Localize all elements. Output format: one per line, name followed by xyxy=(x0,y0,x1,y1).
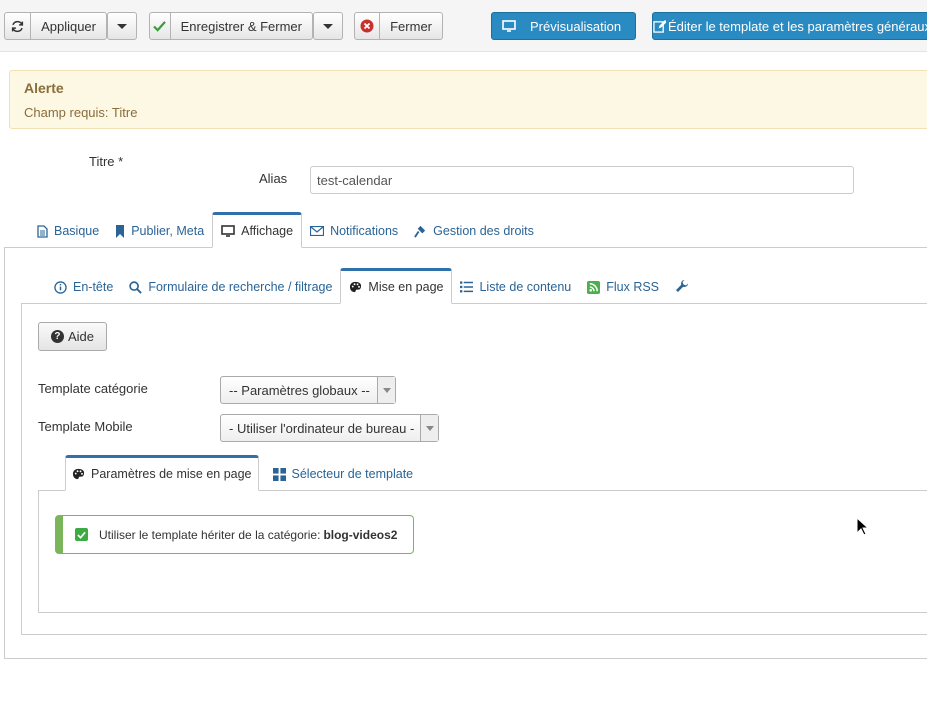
search-icon xyxy=(129,280,143,294)
inner-tabs: Paramètres de mise en page Sélecteur de … xyxy=(65,455,421,491)
gavel-icon xyxy=(414,225,427,238)
tab-label: Formulaire de recherche / filtrage xyxy=(148,280,333,294)
tab-gestion-droits[interactable]: Gestion des droits xyxy=(406,214,542,248)
rss-icon xyxy=(587,280,601,294)
tab-label: Gestion des droits xyxy=(433,224,534,238)
question-icon: ? xyxy=(50,330,64,343)
tab-en-tete[interactable]: En-tête xyxy=(46,270,121,304)
apply-label: Appliquer xyxy=(41,18,96,34)
alert-message: Champ requis: Titre xyxy=(24,105,138,120)
tab-label: Notifications xyxy=(330,224,399,238)
caret-down-icon xyxy=(323,23,333,29)
tab-notifications[interactable]: Notifications xyxy=(302,214,406,248)
monitor-icon xyxy=(492,20,526,32)
apply-dropdown-toggle[interactable] xyxy=(107,12,137,40)
edit-icon xyxy=(653,19,666,33)
tab-label: Affichage xyxy=(241,224,294,238)
apply-button[interactable]: Appliquer xyxy=(4,12,107,40)
tab-label: Basique xyxy=(54,224,100,238)
edit-template-button[interactable]: Éditer le template et les paramètres gén… xyxy=(652,12,927,40)
tab-label: Liste de contenu xyxy=(479,280,572,294)
mouse-cursor-icon xyxy=(856,516,870,539)
refresh-icon xyxy=(5,13,32,39)
category-template-label: Template catégorie xyxy=(38,381,148,396)
main-tabs: Basique Publier, Meta Affichage Notifica… xyxy=(29,212,542,248)
inherit-template-message: Utiliser le template hériter de la catég… xyxy=(55,515,414,554)
tab-flux-rss[interactable]: Flux RSS xyxy=(579,270,667,304)
tab-label: Publier, Meta xyxy=(131,224,205,238)
preview-button[interactable]: Prévisualisation xyxy=(491,12,636,40)
tab-label: Paramètres de mise en page xyxy=(91,467,252,481)
close-label: Fermer xyxy=(390,18,432,34)
category-template-select[interactable]: -- Paramètres globaux -- xyxy=(220,376,396,404)
checkbox-checked-icon xyxy=(75,528,88,541)
palette-icon xyxy=(72,468,85,480)
mobile-template-value: - Utiliser l'ordinateur de bureau - xyxy=(229,420,415,436)
tab-label: Sélecteur de template xyxy=(291,467,414,481)
inherit-message-text: Utiliser le template hériter de la catég… xyxy=(99,527,321,542)
alert-box: Alerte Champ requis: Titre xyxy=(9,70,927,129)
document-icon xyxy=(37,224,48,238)
palette-icon xyxy=(349,281,362,293)
help-label: Aide xyxy=(67,329,95,344)
select-arrow-icon xyxy=(377,377,395,403)
title-label: Titre * xyxy=(89,154,124,169)
tab-label: Flux RSS xyxy=(606,280,660,294)
alias-input[interactable] xyxy=(310,166,854,194)
close-button[interactable]: Fermer xyxy=(354,12,443,40)
tab-mise-en-page[interactable]: Mise en page xyxy=(340,268,453,304)
tab-parametres-mise-en-page[interactable]: Paramètres de mise en page xyxy=(65,455,259,491)
caret-down-icon xyxy=(117,23,127,29)
tab-selecteur-template[interactable]: Sélecteur de template xyxy=(259,457,422,491)
alert-heading: Alerte xyxy=(24,80,64,96)
sub-tabs: En-tête Formulaire de recherche / filtra… xyxy=(46,268,697,304)
wrench-icon xyxy=(675,279,689,296)
toolbar: Appliquer Enregistrer & Fermer Fermer Pr… xyxy=(0,0,927,52)
bookmark-icon xyxy=(115,224,125,238)
tab-liste-contenu[interactable]: Liste de contenu xyxy=(452,270,579,304)
tab-publier-meta[interactable]: Publier, Meta xyxy=(107,214,212,248)
help-button[interactable]: ? Aide xyxy=(38,322,107,351)
envelope-icon xyxy=(310,226,325,236)
check-icon xyxy=(150,13,171,39)
preview-label: Prévisualisation xyxy=(530,18,622,34)
mobile-template-select[interactable]: - Utiliser l'ordinateur de bureau - xyxy=(220,414,439,442)
save-close-button[interactable]: Enregistrer & Fermer xyxy=(149,12,313,40)
tab-formulaire-recherche[interactable]: Formulaire de recherche / filtrage xyxy=(121,270,340,304)
tab-affichage[interactable]: Affichage xyxy=(212,212,303,248)
inherit-category-name: blog-videos2 xyxy=(323,527,398,542)
edit-template-label: Éditer le template et les paramètres gén… xyxy=(668,18,927,34)
mobile-template-label: Template Mobile xyxy=(38,419,133,434)
tab-label: En-tête xyxy=(73,280,114,294)
cancel-icon xyxy=(355,13,381,39)
select-arrow-icon xyxy=(420,415,438,441)
tab-tools[interactable] xyxy=(667,270,697,304)
list-icon xyxy=(460,281,474,293)
save-dropdown-toggle[interactable] xyxy=(313,12,343,40)
grid-icon xyxy=(272,467,286,481)
tab-basique[interactable]: Basique xyxy=(29,214,107,248)
save-close-label: Enregistrer & Fermer xyxy=(180,18,302,34)
tab-label: Mise en page xyxy=(368,280,444,294)
info-icon xyxy=(54,280,67,294)
monitor-icon xyxy=(221,225,235,237)
category-template-value: -- Paramètres globaux -- xyxy=(229,382,370,398)
alias-label: Alias xyxy=(259,171,288,186)
